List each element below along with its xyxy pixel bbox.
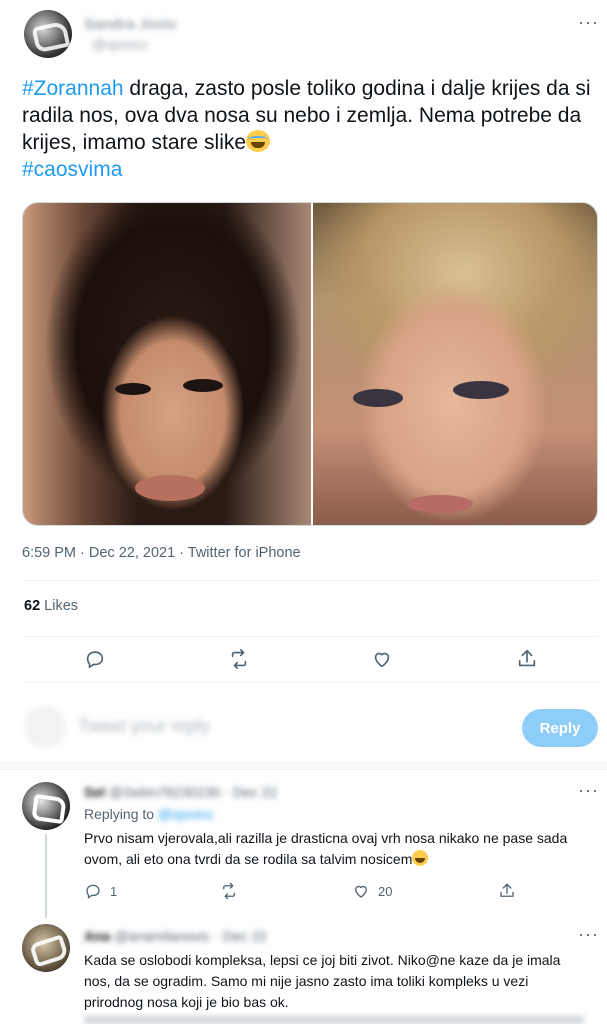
reply-input[interactable]: Tweet your reply <box>78 716 210 737</box>
reply-count: 1 <box>110 883 118 899</box>
section-separator <box>0 762 607 770</box>
reply-text: Prvo nisam vjerovala,ali razilla je dras… <box>84 830 568 867</box>
like-icon <box>355 885 367 898</box>
share-icon[interactable] <box>510 642 544 676</box>
like-action[interactable]: 20 <box>352 882 392 900</box>
reply-button[interactable]: Reply <box>522 709 598 747</box>
main-tweet: Sandra Jovic @sjovicc ··· #Zorannah drag… <box>0 0 607 762</box>
tweet-text: #Zorannah draga, zasto posle toliko godi… <box>22 75 592 183</box>
retweet-action[interactable] <box>220 882 246 900</box>
tweet-timestamp[interactable]: 6:59 PM · Dec 22, 2021 · Twitter for iPh… <box>22 545 301 561</box>
divider <box>22 636 598 637</box>
like-count: 20 <box>378 883 393 899</box>
likes-count[interactable]: 62 Likes <box>24 598 78 614</box>
retweet-icon[interactable] <box>222 642 256 676</box>
reply-avatar[interactable] <box>22 782 70 830</box>
reply-handle-date[interactable]: @Selim76230230 · Dec 22 <box>109 784 277 800</box>
reply-action[interactable]: 1 <box>84 882 117 900</box>
like-icon[interactable] <box>365 642 399 676</box>
divider <box>22 682 598 683</box>
reply-handle-date[interactable]: @anamilanovic · Dec 22 <box>114 928 267 944</box>
replying-to-handle[interactable]: @sjovicc <box>158 806 214 822</box>
author-handle[interactable]: @sjovicc <box>92 36 148 52</box>
reply-avatar[interactable] <box>22 924 70 972</box>
more-options-icon[interactable]: ··· <box>578 780 599 801</box>
more-options-icon[interactable]: ··· <box>578 924 599 945</box>
grinning-face-emoji <box>412 850 429 866</box>
retweet-icon <box>223 882 235 900</box>
share-action[interactable] <box>498 882 516 900</box>
replying-to: Replying to @sjovicc <box>84 806 215 822</box>
hashtag-link[interactable]: #caosvima <box>22 158 122 181</box>
divider <box>22 580 598 581</box>
crying-face-emoji <box>246 130 271 152</box>
reply-icon[interactable] <box>78 642 112 676</box>
reply-text: Kada se oslobodi kompleksa, lepsi ce joj… <box>84 952 561 1010</box>
reply-header: Ana @anamilanovic · Dec 22 <box>84 928 267 944</box>
reply-author[interactable]: Ana <box>84 928 110 944</box>
thread-line <box>45 834 47 918</box>
hashtag-link[interactable]: #Zorannah <box>22 77 124 100</box>
cut-off-actions <box>84 1016 584 1024</box>
author-avatar[interactable] <box>24 10 72 58</box>
photo-right[interactable] <box>313 203 597 525</box>
reply-icon <box>86 884 100 899</box>
tweet-media[interactable] <box>22 202 598 526</box>
more-options-icon[interactable]: ··· <box>578 12 599 33</box>
photo-left[interactable] <box>23 203 311 525</box>
current-user-avatar <box>24 706 66 748</box>
reply-author[interactable]: Sel <box>84 784 105 800</box>
share-icon <box>500 883 514 897</box>
author-name[interactable]: Sandra Jovic <box>84 16 177 33</box>
reply-header: Sel @Selim76230230 · Dec 22 <box>84 784 277 800</box>
